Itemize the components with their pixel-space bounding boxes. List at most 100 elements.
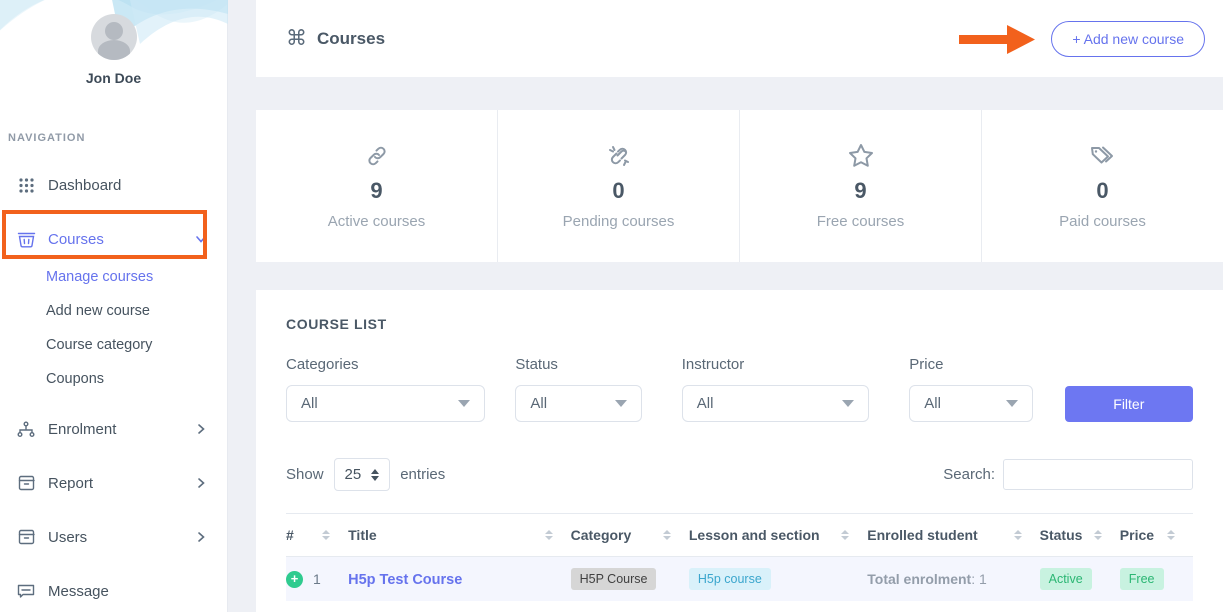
sort-icon[interactable] xyxy=(841,530,849,540)
sidebar-item-label: Courses xyxy=(48,231,195,248)
sidebar-item-label: Dashboard xyxy=(48,177,207,194)
table-header-row: # Title Category Lesson and section Enro… xyxy=(286,514,1193,557)
col-price: Price xyxy=(1120,527,1154,543)
stat-paid-courses: 0 Paid courses xyxy=(981,110,1223,262)
sidebar-item-users[interactable]: Users xyxy=(0,522,227,552)
status-badge: Active xyxy=(1040,568,1092,590)
sidebar-item-label: Message xyxy=(48,583,207,600)
tag-icon xyxy=(1089,143,1116,169)
col-title: Title xyxy=(348,527,377,543)
grid-icon xyxy=(16,175,36,195)
sort-icon[interactable] xyxy=(1094,530,1102,540)
message-icon xyxy=(16,581,36,601)
enrolment-value: : 1 xyxy=(971,571,987,587)
stat-value: 9 xyxy=(854,178,866,204)
star-icon xyxy=(848,143,874,169)
courses-table: # Title Category Lesson and section Enro… xyxy=(286,513,1193,601)
search-input[interactable] xyxy=(1003,459,1193,490)
sidebar-item-coupons[interactable]: Coupons xyxy=(0,362,227,396)
sort-icon[interactable] xyxy=(322,530,330,540)
stat-pending-courses: 0 Pending courses xyxy=(497,110,739,262)
archive-icon xyxy=(16,473,36,493)
stat-value: 0 xyxy=(1096,178,1108,204)
stat-free-courses: 9 Free courses xyxy=(739,110,981,262)
stat-label: Pending courses xyxy=(563,213,675,230)
command-icon: ⌘ xyxy=(286,28,307,49)
chevron-down-icon xyxy=(195,233,207,245)
chevron-down-icon xyxy=(1006,400,1018,407)
filters-row: Categories All Status All Instructor All… xyxy=(286,356,1193,422)
sidebar-item-label: Report xyxy=(48,475,195,492)
sidebar-item-report[interactable]: Report xyxy=(0,468,227,498)
expand-row-icon[interactable]: + xyxy=(286,571,303,588)
avatar[interactable] xyxy=(91,14,137,60)
category-badge: H5P Course xyxy=(571,568,657,590)
basket-icon xyxy=(16,229,36,249)
sidebar-nav: Dashboard Courses Manage courses Add new… xyxy=(0,170,227,606)
col-lesson-section: Lesson and section xyxy=(689,527,820,543)
course-title-link[interactable]: H5p Test Course xyxy=(348,572,462,588)
sort-icon[interactable] xyxy=(1014,530,1022,540)
courses-submenu: Manage courses Add new course Course cat… xyxy=(0,260,227,396)
chevron-down-icon xyxy=(842,400,854,407)
categories-filter-label: Categories xyxy=(286,356,485,373)
chevron-down-icon xyxy=(458,400,470,407)
col-category: Category xyxy=(571,527,632,543)
page-header: ⌘ Courses + Add new course xyxy=(256,0,1223,77)
sidebar-item-dashboard[interactable]: Dashboard xyxy=(0,170,227,200)
stat-label: Active courses xyxy=(328,213,426,230)
sidebar-item-enrolment[interactable]: Enrolment xyxy=(0,414,227,444)
page-title: ⌘ Courses xyxy=(286,28,385,49)
col-status: Status xyxy=(1040,527,1083,543)
table-row: + 1 H5p Test Course H5P Course H5p cours… xyxy=(286,557,1193,602)
sidebar-item-message[interactable]: Message xyxy=(0,576,227,606)
price-badge: Free xyxy=(1120,568,1164,590)
stats-card: 9 Active courses 0 Pending courses 9 Fre… xyxy=(256,110,1223,262)
categories-select[interactable]: All xyxy=(286,385,485,422)
sidebar-item-label: Users xyxy=(48,529,195,546)
search-label: Search: xyxy=(943,466,995,483)
chevron-right-icon xyxy=(195,531,207,543)
page-size-select[interactable]: 25 xyxy=(334,458,391,491)
filter-button[interactable]: Filter xyxy=(1065,386,1193,422)
enrolment-label: Total enrolment xyxy=(867,571,971,587)
entries-label: entries xyxy=(400,466,445,483)
sort-icon[interactable] xyxy=(545,530,553,540)
chevron-right-icon xyxy=(195,477,207,489)
table-controls: Show 25 entries Search: xyxy=(286,458,1193,491)
course-list-card: COURSE LIST Categories All Status All In… xyxy=(256,290,1223,612)
stepper-icon xyxy=(371,469,379,481)
orange-arrow-annotation xyxy=(957,19,1039,59)
sidebar: Jon Doe NAVIGATION Dashboard xyxy=(0,0,228,612)
status-filter-label: Status xyxy=(515,356,641,373)
lesson-badge: H5p course xyxy=(689,568,771,590)
sidebar-item-manage-courses[interactable]: Manage courses xyxy=(0,260,227,294)
unlink-icon xyxy=(607,143,631,169)
course-list-title: COURSE LIST xyxy=(286,316,1193,332)
navigation-section-label: NAVIGATION xyxy=(8,132,227,144)
sidebar-item-label: Enrolment xyxy=(48,421,195,438)
col-index: # xyxy=(286,527,294,543)
stat-value: 9 xyxy=(370,178,382,204)
col-enrolled-student: Enrolled student xyxy=(867,527,977,543)
sidebar-item-course-category[interactable]: Course category xyxy=(0,328,227,362)
status-select[interactable]: All xyxy=(515,385,641,422)
show-label: Show xyxy=(286,466,324,483)
sort-icon[interactable] xyxy=(1167,530,1175,540)
instructor-select[interactable]: All xyxy=(682,385,870,422)
link-icon xyxy=(365,143,389,169)
sitemap-icon xyxy=(16,419,36,439)
user-name: Jon Doe xyxy=(0,70,227,86)
archive-icon xyxy=(16,527,36,547)
sidebar-item-add-new-course[interactable]: Add new course xyxy=(0,294,227,328)
chevron-down-icon xyxy=(615,400,627,407)
add-new-course-button[interactable]: + Add new course xyxy=(1051,21,1205,57)
stat-label: Paid courses xyxy=(1059,213,1146,230)
price-select[interactable]: All xyxy=(909,385,1032,422)
chevron-right-icon xyxy=(195,423,207,435)
stat-label: Free courses xyxy=(817,213,905,230)
sort-icon[interactable] xyxy=(663,530,671,540)
stat-active-courses: 9 Active courses xyxy=(256,110,497,262)
sidebar-item-courses[interactable]: Courses xyxy=(0,224,227,254)
row-index: 1 xyxy=(313,571,321,587)
